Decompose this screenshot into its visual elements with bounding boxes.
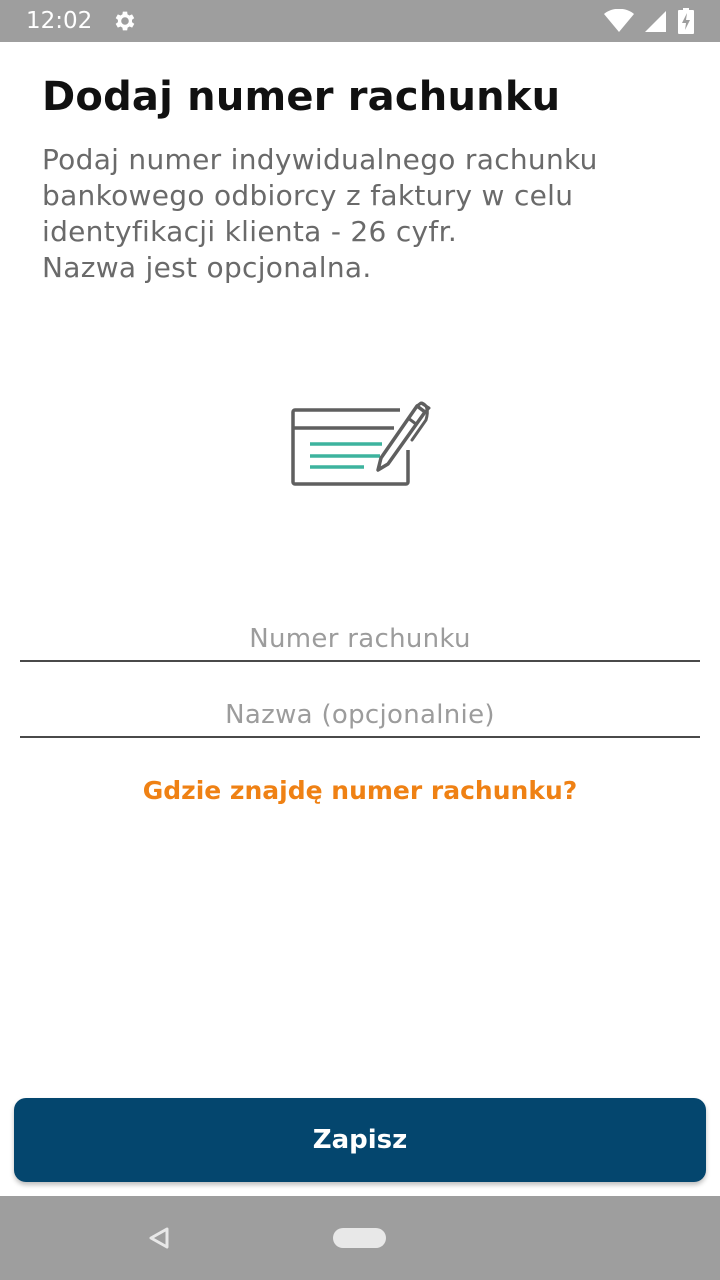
description-line: bankowego odbiorcy z faktury w celu — [42, 179, 574, 212]
cellular-signal-icon — [644, 9, 668, 33]
gear-icon — [112, 8, 138, 34]
description: Podaj numer indywidualnego rachunku bank… — [42, 142, 692, 286]
screen: 12:02 Dodaj numer rachunku Podaj numer i… — [0, 0, 720, 1280]
name-field — [20, 690, 700, 738]
check-signing-icon — [290, 400, 432, 490]
help-link[interactable]: Gdzie znajdę numer rachunku? — [0, 776, 720, 805]
description-line: Nazwa jest opcjonalna. — [42, 251, 372, 284]
description-line: Podaj numer indywidualnego rachunku — [42, 143, 598, 176]
back-icon[interactable] — [148, 1226, 170, 1254]
save-button[interactable]: Zapisz — [14, 1098, 706, 1182]
home-pill-icon[interactable] — [333, 1228, 386, 1248]
name-input[interactable] — [20, 690, 700, 736]
status-left: 12:02 — [26, 8, 138, 34]
status-bar: 12:02 — [0, 0, 720, 42]
page-title: Dodaj numer rachunku — [42, 74, 561, 120]
navigation-bar — [0, 1196, 720, 1280]
account-number-field — [20, 614, 700, 662]
status-time: 12:02 — [26, 8, 93, 34]
wifi-icon — [604, 9, 634, 33]
account-number-input[interactable] — [20, 614, 700, 660]
status-right — [604, 8, 694, 34]
battery-charging-icon — [678, 8, 694, 34]
description-line: identyfikacji klienta - 26 cyfr. — [42, 215, 458, 248]
